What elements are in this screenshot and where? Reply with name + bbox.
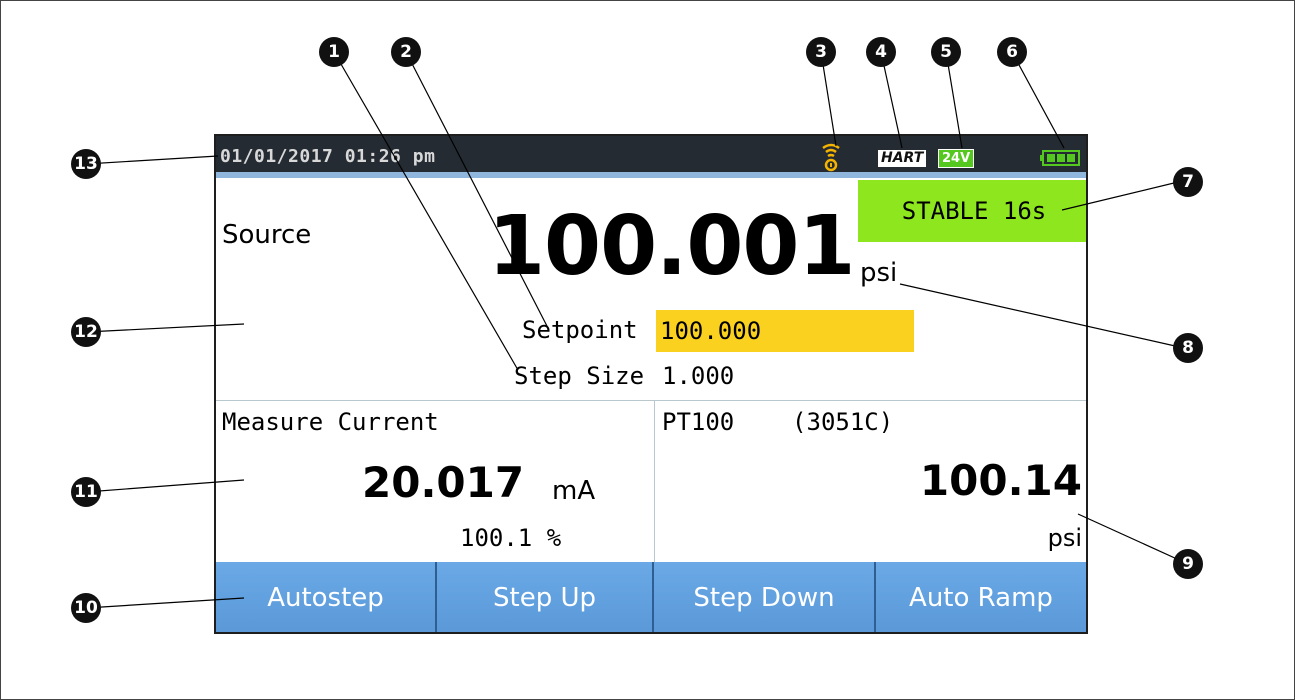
callout-6: 6 xyxy=(997,37,1027,67)
callout-5: 5 xyxy=(931,37,961,67)
setpoint-label: Setpoint xyxy=(522,316,638,344)
softkey-bar: Autostep Step Up Step Down Auto Ramp xyxy=(216,562,1086,632)
setpoint-field[interactable]: 100.000 xyxy=(656,310,914,352)
measure-current-percent: 100.1 % xyxy=(460,524,562,552)
step-up-button[interactable]: Step Up xyxy=(437,562,654,632)
callout-10: 10 xyxy=(71,593,101,623)
callout-11: 11 xyxy=(71,477,101,507)
callout-12: 12 xyxy=(71,317,101,347)
device-screen: 01/01/2017 01:26 pm HART 24V Source STAB… xyxy=(214,134,1088,634)
wireless-icon xyxy=(822,143,840,172)
callout-2: 2 xyxy=(391,37,421,67)
callout-7: 7 xyxy=(1173,167,1203,197)
pt100-unit: psi xyxy=(1047,524,1082,552)
callout-1: 1 xyxy=(319,37,349,67)
loop-power-indicator: 24V xyxy=(938,149,975,168)
battery-icon xyxy=(1040,150,1080,166)
status-bar: 01/01/2017 01:26 pm HART 24V xyxy=(216,136,1086,178)
autostep-button[interactable]: Autostep xyxy=(216,562,437,632)
pt100-label: PT100 (3051C) xyxy=(662,408,894,436)
callout-9: 9 xyxy=(1173,549,1203,579)
divider xyxy=(654,400,655,562)
datetime: 01/01/2017 01:26 pm xyxy=(220,146,436,167)
step-size-label: Step Size xyxy=(514,362,645,390)
auto-ramp-button[interactable]: Auto Ramp xyxy=(876,562,1086,632)
divider xyxy=(216,400,1086,401)
source-label: Source xyxy=(222,220,312,250)
stability-indicator: STABLE 16s xyxy=(858,180,1086,242)
step-down-button[interactable]: Step Down xyxy=(654,562,876,632)
hart-indicator: HART xyxy=(878,150,927,167)
pt100-value: 100.14 xyxy=(919,456,1082,505)
callout-13: 13 xyxy=(71,149,101,179)
callout-4: 4 xyxy=(866,37,896,67)
measure-current-label: Measure Current xyxy=(222,408,439,436)
callout-3: 3 xyxy=(806,37,836,67)
measure-current-unit: mA xyxy=(552,476,596,506)
step-size-value[interactable]: 1.000 xyxy=(662,362,734,390)
callout-8: 8 xyxy=(1173,333,1203,363)
source-value: 100.001 xyxy=(488,199,855,294)
measure-current-value: 20.017 xyxy=(362,458,525,507)
source-unit: psi xyxy=(860,258,898,288)
